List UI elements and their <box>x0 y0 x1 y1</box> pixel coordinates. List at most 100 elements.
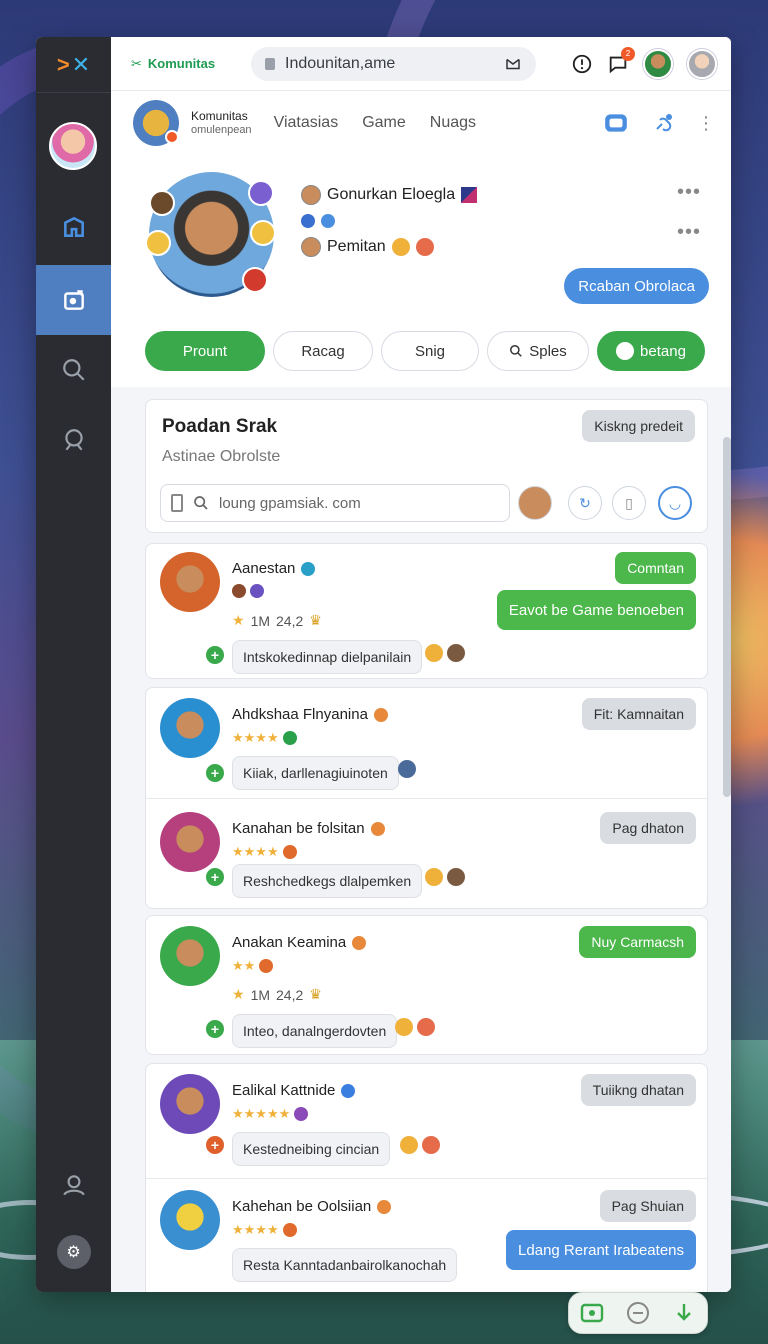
brand[interactable]: ✂ Komunitas <box>131 56 241 72</box>
screen-icon[interactable] <box>580 1303 604 1323</box>
add-icon[interactable]: + <box>204 644 226 666</box>
tab-prount[interactable]: Prount <box>145 331 265 371</box>
sidebar-item-search[interactable] <box>36 335 111 405</box>
nav-item-game[interactable]: Game <box>362 114 406 132</box>
add-icon[interactable]: + <box>204 866 226 888</box>
info-icon[interactable] <box>571 53 593 75</box>
action-button[interactable]: Tuiikng dhatan <box>580 1074 696 1106</box>
avatar[interactable] <box>160 812 220 872</box>
group-nav: Viatasias Game Nuags <box>274 114 476 132</box>
user-name: Kahehan be Oolsiian <box>232 1198 372 1215</box>
avatar[interactable] <box>160 552 220 612</box>
list-item[interactable]: + Aanestan ★ 1M 24,2 ♛ Intskokedinnap dielp… <box>160 552 696 674</box>
list-item[interactable]: + Ahdkshaa Flnyanina ★★★★ Kiiak, darllen… <box>160 698 696 798</box>
search-card-badge[interactable]: Kiskng predeit <box>582 410 695 442</box>
smile-icon[interactable]: ◡ <box>658 486 692 520</box>
action-button[interactable]: Fit: Kamnaitan <box>581 698 696 730</box>
user-name: Ahdkshaa Flnyanina <box>232 706 368 723</box>
tab-betang[interactable]: betang <box>597 331 705 371</box>
emoji-icon <box>391 238 410 256</box>
list-item[interactable]: Kahehan be Oolsiian ★★★★ Resta Kanntadan… <box>160 1190 696 1290</box>
brand-label: Komunitas <box>147 56 216 71</box>
address-bar[interactable]: Indounitan,ame <box>251 46 536 81</box>
window-icon[interactable] <box>603 110 629 136</box>
nav-item-viatasias[interactable]: Viatasias <box>274 114 339 132</box>
bottom-toolbar <box>568 1292 708 1334</box>
add-icon[interactable]: + <box>204 1018 226 1040</box>
refresh-icon[interactable]: ↻ <box>568 486 602 520</box>
profile-info: Gonurkan Eloegla Pemitan <box>301 182 711 260</box>
badge-icon <box>242 267 268 293</box>
action-button[interactable]: Pag dhaton <box>600 812 696 844</box>
more-vertical-icon[interactable]: ⋮ <box>697 113 715 134</box>
user-card: + Ahdkshaa Flnyanina ★★★★ Kiiak, darllen… <box>145 687 708 909</box>
more-options-icon[interactable]: ••• <box>677 181 701 204</box>
lock-icon <box>265 57 275 70</box>
avatar-icon <box>616 342 635 360</box>
action-button[interactable]: Ldang Rerant Irabeatens <box>506 1230 696 1270</box>
badge-icon <box>149 190 175 216</box>
avatar[interactable] <box>518 486 552 520</box>
action-button[interactable]: Eavot be Game benoeben <box>496 590 696 630</box>
rating: ★★★★ <box>232 1222 297 1238</box>
group-logo[interactable] <box>133 100 179 146</box>
sidebar-avatar[interactable] <box>49 122 97 170</box>
add-icon[interactable]: + <box>204 762 226 784</box>
action-button[interactable]: Comntan <box>615 552 696 584</box>
verified-icon <box>321 214 335 228</box>
avatar[interactable] <box>160 698 220 758</box>
minus-icon[interactable] <box>626 1301 650 1325</box>
user-avatar-secondary[interactable] <box>687 48 717 79</box>
notifications-button[interactable]: 2 <box>607 46 635 75</box>
link-icon[interactable] <box>651 111 675 135</box>
tab-sples[interactable]: Sples <box>487 331 589 371</box>
tab-racag[interactable]: Racag <box>273 331 373 371</box>
avatar[interactable] <box>160 1074 220 1134</box>
download-arrow-icon[interactable] <box>672 1301 696 1325</box>
mini-avatar <box>301 237 321 257</box>
tab-snig[interactable]: Snig <box>381 331 479 371</box>
user-name: Ealikal Kattnide <box>232 1082 336 1099</box>
gamepad-icon <box>301 214 315 228</box>
add-icon[interactable]: + <box>204 1134 226 1156</box>
list-item[interactable]: + Anakan Keamina ★★ ★ 1M 24,2 ♛ Inteo, dana… <box>160 926 696 1048</box>
share-icon[interactable] <box>504 55 522 73</box>
search-input[interactable]: loung gpamsiak. com <box>160 484 510 522</box>
user-card: + Aanestan ★ 1M 24,2 ♛ Intskokedinnap dielp… <box>145 543 708 679</box>
avatar[interactable] <box>160 1190 220 1250</box>
badge-icon <box>352 935 367 950</box>
nav-item-nuags[interactable]: Nuags <box>430 114 476 132</box>
badge-icon <box>377 1199 392 1214</box>
document-icon <box>171 494 183 512</box>
sidebar-item-settings[interactable]: ⚙ <box>36 1217 111 1287</box>
group-name: Komunitas <box>191 109 248 124</box>
badges <box>232 584 264 598</box>
search-card: Poadan Srak Astinae Obrolste Kiskng pred… <box>145 399 708 533</box>
sidebar-item-explore[interactable] <box>36 405 111 475</box>
sidebar-item-profile[interactable] <box>36 1150 111 1220</box>
list-item[interactable]: + Ealikal Kattnide ★★★★★ Kestedneibing c… <box>160 1074 696 1174</box>
verified-icon <box>341 1083 356 1098</box>
emoji-icon <box>415 238 434 256</box>
user-avatar[interactable] <box>643 48 673 79</box>
reactions <box>400 1136 440 1154</box>
reactions <box>425 644 465 662</box>
list-item[interactable]: + Kanahan be folsitan ★★★★ Reshchedkegs … <box>160 812 696 912</box>
sidebar-item-home[interactable] <box>36 192 111 262</box>
user-meta: ★ 1M 24,2 ♛ <box>232 612 322 629</box>
clipboard-icon[interactable]: ▯ <box>612 486 646 520</box>
message-bubble: Kestedneibing cincian <box>232 1132 391 1166</box>
reactions <box>398 760 416 778</box>
action-button[interactable]: Pag Shuian <box>599 1190 696 1222</box>
chat-button[interactable]: Rcaban Obrolaca <box>564 268 709 304</box>
group-subtitle: omulenpean <box>191 123 252 136</box>
badge-icon <box>250 220 276 246</box>
avatar[interactable] <box>160 926 220 986</box>
sidebar-item-community[interactable] <box>36 265 111 335</box>
divider <box>146 798 707 799</box>
action-button[interactable]: Nuy Carmacsh <box>579 926 696 958</box>
scrollbar[interactable] <box>723 437 731 797</box>
more-options-icon[interactable]: ••• <box>677 221 701 244</box>
app-logo: > ✕ <box>36 37 111 93</box>
profile-avatar[interactable] <box>145 172 276 297</box>
